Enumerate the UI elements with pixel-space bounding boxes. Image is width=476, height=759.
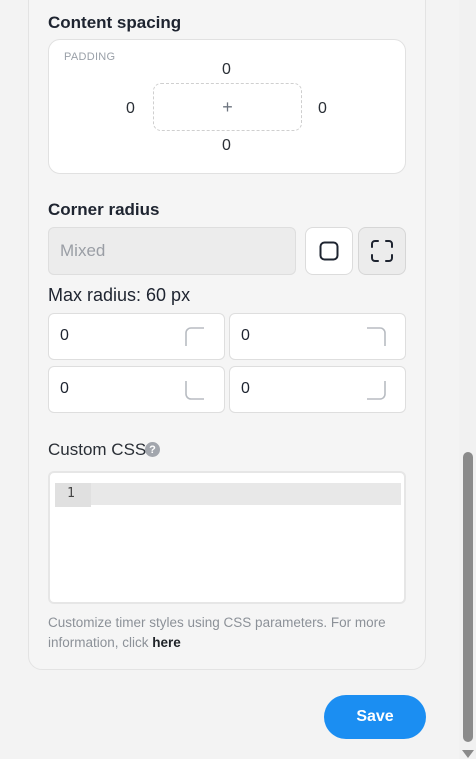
content-spacing-title: Content spacing (48, 13, 182, 32)
corner-bottom-right-field[interactable]: 0 (229, 366, 406, 413)
padding-right-value[interactable]: 0 (318, 100, 327, 118)
top-right-corner-icon (367, 327, 386, 346)
uniform-radius-button[interactable] (305, 227, 353, 275)
corner-bottom-left-field[interactable]: 0 (48, 366, 225, 413)
custom-css-help-text: Customize timer styles using CSS paramet… (48, 613, 408, 653)
help-icon[interactable]: ? (145, 442, 160, 457)
corner-top-left-value: 0 (60, 327, 69, 344)
bottom-left-corner-icon (185, 381, 204, 400)
max-radius-label: Max radius: 60 px (48, 285, 191, 305)
scrollbar-thumb[interactable] (463, 452, 473, 742)
padding-label: PADDING (64, 51, 116, 63)
square-icon (319, 241, 339, 261)
padding-editor: PADDING 0 0 0 0 + (48, 39, 406, 174)
help-link[interactable]: here (152, 635, 181, 650)
corners-icon (371, 240, 393, 262)
padding-top-value[interactable]: 0 (222, 61, 231, 79)
custom-css-label: Custom CSS (48, 440, 147, 459)
scroll-down-arrow-icon[interactable] (462, 750, 474, 758)
corner-bottom-left-value: 0 (60, 380, 69, 397)
corner-top-left-field[interactable]: 0 (48, 313, 225, 360)
corner-radius-input[interactable]: Mixed (48, 227, 296, 275)
save-button[interactable]: Save (324, 695, 426, 739)
corner-top-right-value: 0 (241, 327, 250, 344)
plus-icon: + (222, 96, 233, 117)
active-line-highlight (55, 483, 401, 505)
css-code-editor[interactable]: 1 (48, 471, 406, 604)
padding-left-value[interactable]: 0 (126, 100, 135, 118)
corner-radius-title: Corner radius (48, 200, 160, 219)
individual-corners-button[interactable] (358, 227, 406, 275)
padding-bottom-value[interactable]: 0 (222, 137, 231, 155)
scrollbar[interactable] (459, 0, 476, 759)
bottom-right-corner-icon (367, 381, 386, 400)
corner-top-right-field[interactable]: 0 (229, 313, 406, 360)
top-left-corner-icon (185, 327, 204, 346)
line-number: 1 (55, 483, 91, 507)
help-text-body: Customize timer styles using CSS paramet… (48, 615, 386, 650)
corner-bottom-right-value: 0 (241, 380, 250, 397)
padding-link-button[interactable]: + (153, 83, 302, 131)
